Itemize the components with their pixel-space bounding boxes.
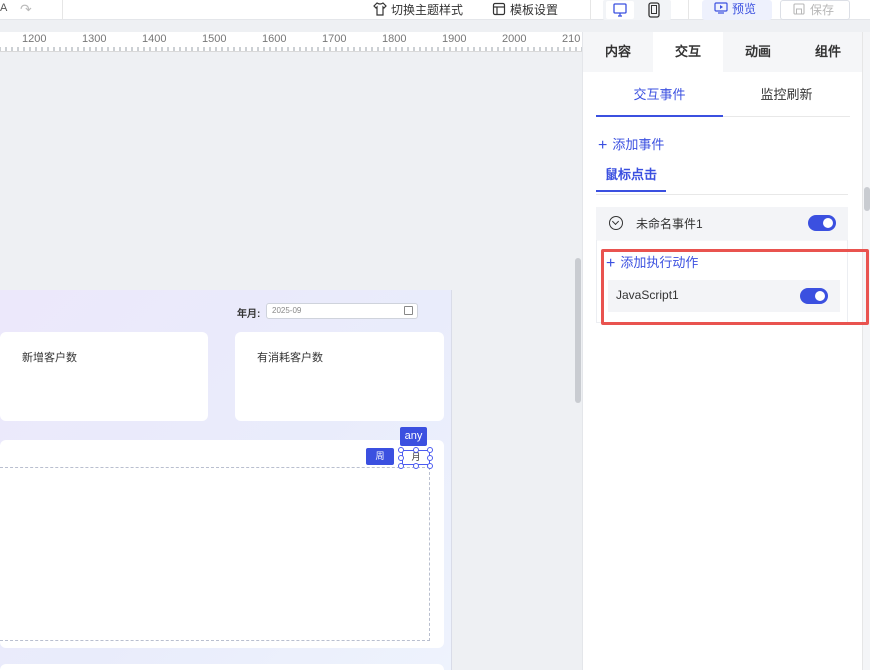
toolbar-divider bbox=[688, 0, 689, 20]
panel-main-tabs: 内容 交互 动画 组件 bbox=[583, 32, 863, 72]
resize-handle[interactable] bbox=[427, 463, 433, 469]
panel-scrollbar-thumb[interactable] bbox=[864, 187, 870, 211]
next-card-edge bbox=[0, 664, 444, 670]
phone-icon bbox=[648, 2, 660, 18]
ruler-label: 1900 bbox=[442, 33, 467, 45]
top-toolbar: A ↷ 切换主题样式 模板设置 预览 保存 bbox=[0, 0, 870, 20]
resize-handle[interactable] bbox=[413, 463, 419, 469]
tab-mouse-click[interactable]: 鼠标点击 bbox=[596, 158, 666, 192]
tab-interaction-events[interactable]: 交互事件 bbox=[596, 72, 723, 117]
template-settings-button[interactable]: 模板设置 bbox=[492, 2, 558, 18]
mobile-view-button[interactable] bbox=[640, 1, 668, 19]
ruler-label: 1400 bbox=[142, 33, 167, 45]
new-customers-title: 新增客户数 bbox=[22, 352, 77, 364]
monitor-icon bbox=[613, 3, 627, 17]
chevron-down-icon[interactable] bbox=[609, 216, 623, 230]
resize-handle[interactable] bbox=[398, 463, 404, 469]
template-settings-label: 模板设置 bbox=[510, 3, 559, 17]
toolbar-divider bbox=[590, 0, 591, 20]
resize-handle[interactable] bbox=[427, 447, 433, 453]
tab-component[interactable]: 组件 bbox=[793, 32, 863, 72]
tshirt-icon bbox=[373, 2, 387, 16]
desktop-view-button[interactable] bbox=[606, 1, 634, 19]
preview-label: 预览 bbox=[732, 2, 757, 16]
resize-handle[interactable] bbox=[398, 455, 404, 461]
toolbar-divider bbox=[62, 0, 63, 20]
save-label: 保存 bbox=[810, 3, 835, 17]
save-button[interactable]: 保存 bbox=[780, 0, 850, 20]
device-switch bbox=[603, 0, 671, 20]
event-name: 未命名事件1 bbox=[636, 217, 703, 231]
ruler-label: 1700 bbox=[322, 33, 347, 45]
ruler-label: 1800 bbox=[382, 33, 407, 45]
year-month-picker[interactable]: 2025-09 bbox=[266, 303, 418, 319]
resize-handle[interactable] bbox=[413, 447, 419, 453]
chart-area-selection[interactable] bbox=[0, 467, 430, 641]
new-customers-card[interactable]: 新增客户数 bbox=[0, 332, 208, 421]
save-icon bbox=[793, 3, 805, 15]
preview-button[interactable]: 预览 bbox=[702, 0, 772, 20]
switch-theme-button[interactable]: 切换主题样式 bbox=[373, 2, 463, 18]
add-event-label: 添加事件 bbox=[612, 137, 665, 152]
panel-scrollbar[interactable] bbox=[862, 32, 870, 670]
canvas-scrollbar[interactable] bbox=[575, 258, 581, 403]
horizontal-ruler: 1200 1300 1400 1500 1600 1700 1800 1900 … bbox=[0, 32, 582, 52]
tab-monitor-refresh[interactable]: 监控刷新 bbox=[723, 72, 850, 117]
plus-icon: + bbox=[598, 137, 608, 154]
add-event-button[interactable]: + 添加事件 bbox=[598, 134, 664, 155]
tab-content[interactable]: 内容 bbox=[583, 32, 653, 72]
tab-interaction[interactable]: 交互 bbox=[653, 32, 723, 72]
ruler-label: 210 bbox=[562, 33, 581, 45]
consuming-customers-card[interactable]: 有消耗客户数 bbox=[235, 332, 444, 421]
toolbar-left-fragment: A bbox=[0, 2, 8, 14]
calendar-icon bbox=[404, 306, 413, 315]
panel-sub-tabs: 交互事件 监控刷新 bbox=[596, 72, 850, 117]
ruler-label: 1500 bbox=[202, 33, 227, 45]
event-enabled-toggle[interactable] bbox=[808, 215, 836, 231]
consuming-customers-title: 有消耗客户数 bbox=[257, 352, 323, 364]
selection-type-tag: any bbox=[400, 427, 427, 446]
year-month-label: 年月: bbox=[237, 309, 261, 320]
resize-handle[interactable] bbox=[427, 455, 433, 461]
template-icon bbox=[492, 2, 506, 16]
year-month-value: 2025-09 bbox=[272, 306, 302, 315]
ruler-label: 1200 bbox=[22, 33, 47, 45]
redo-icon[interactable]: ↷ bbox=[20, 1, 32, 18]
preview-screen-icon bbox=[714, 2, 728, 14]
week-button[interactable]: 周 bbox=[366, 448, 394, 465]
resize-handle[interactable] bbox=[398, 447, 404, 453]
switch-theme-label: 切换主题样式 bbox=[391, 3, 464, 17]
properties-panel: 内容 交互 动画 组件 交互事件 监控刷新 bbox=[582, 32, 863, 670]
tab-underline bbox=[596, 194, 848, 195]
ruler-label: 2000 bbox=[502, 33, 527, 45]
annotation-highlight-box bbox=[601, 249, 869, 325]
ruler-label: 1300 bbox=[82, 33, 107, 45]
ruler-label: 1600 bbox=[262, 33, 287, 45]
tab-animation[interactable]: 动画 bbox=[723, 32, 793, 72]
